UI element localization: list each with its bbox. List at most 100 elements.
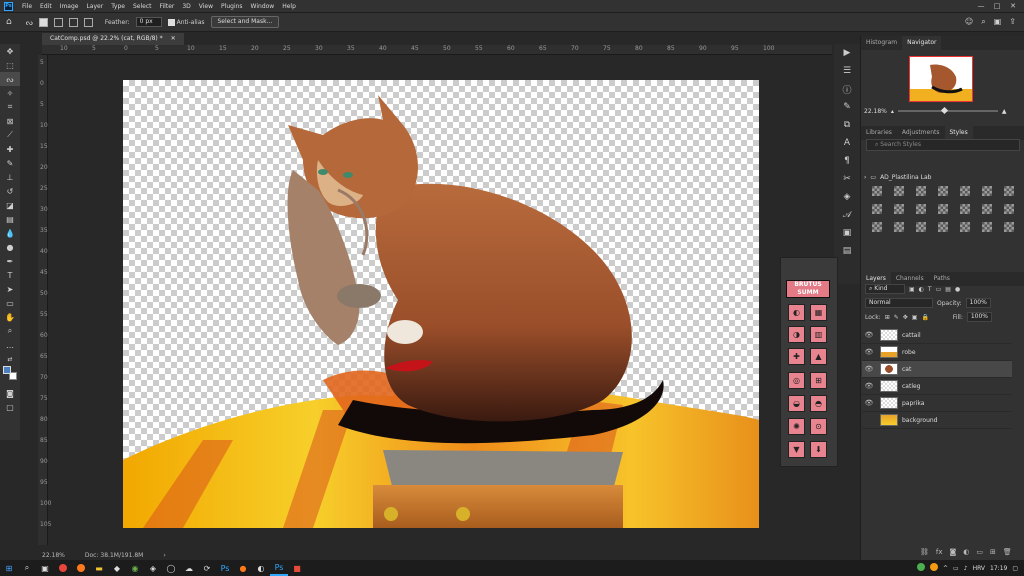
app-icon[interactable]: ◉ (126, 560, 144, 576)
lock-move-icon[interactable]: ✥ (903, 314, 908, 321)
move-tool-icon[interactable]: ✥ (0, 44, 20, 58)
style-swatch[interactable] (1004, 186, 1014, 196)
antialias-checkbox[interactable]: Anti-alias (167, 18, 205, 26)
menu-select[interactable]: Select (129, 3, 156, 10)
app-icon[interactable]: ● (234, 560, 252, 576)
type-tool-icon[interactable]: T (0, 268, 20, 282)
marquee-tool-icon[interactable]: ⬚ (0, 58, 20, 72)
blend-mode-select[interactable]: Normal (865, 298, 933, 308)
zoom-in-icon[interactable]: ▲ (1002, 108, 1007, 115)
crop-tool-icon[interactable]: ⌗ (0, 100, 20, 114)
photoshop-active-icon[interactable]: Ps (270, 560, 288, 576)
path-select-icon[interactable]: ➤ (0, 282, 20, 296)
lasso-tool-icon[interactable]: ᔓ (26, 18, 33, 27)
plugin-button[interactable]: ◒ (788, 395, 805, 412)
app-icon[interactable]: ◯ (162, 560, 180, 576)
blur-icon[interactable]: 💧 (0, 226, 20, 240)
paragraph-icon[interactable]: ¶ (834, 152, 860, 170)
quick-mask-icon[interactable]: ◙ (0, 386, 20, 400)
style-swatch[interactable] (916, 222, 926, 232)
lock-all-icon[interactable]: 🔒 (921, 314, 928, 321)
layer-row[interactable]: background (862, 412, 1012, 429)
gradient-icon[interactable]: ▤ (0, 212, 20, 226)
layer-row[interactable]: 👁 cattail (862, 327, 1012, 344)
visibility-eye-icon[interactable]: 👁 (862, 331, 876, 339)
style-swatch[interactable] (872, 186, 882, 196)
menu-3d[interactable]: 3D (178, 3, 194, 10)
menu-type[interactable]: Type (107, 3, 129, 10)
plugin-button[interactable]: ▦ (810, 304, 827, 321)
lock-paint-icon[interactable]: ✎ (894, 314, 899, 321)
magic-wand-icon[interactable]: ✧ (0, 86, 20, 100)
style-swatch[interactable] (982, 222, 992, 232)
intersect-selection-icon[interactable] (83, 17, 93, 27)
tray-icon[interactable] (917, 563, 926, 573)
plugin-button[interactable]: ◑ (788, 326, 805, 343)
app-icon[interactable]: ◈ (144, 560, 162, 576)
style-swatch[interactable] (1004, 222, 1014, 232)
filter-toggle-icon[interactable]: ● (955, 286, 960, 293)
tab-libraries[interactable]: Libraries (861, 126, 897, 140)
clone-stamp-icon[interactable]: ⊥ (0, 170, 20, 184)
app-icon[interactable]: ☁ (180, 560, 198, 576)
eraser-icon[interactable]: ◪ (0, 198, 20, 212)
tab-navigator[interactable]: Navigator (902, 36, 942, 50)
plugin-button[interactable]: ▥ (810, 326, 827, 343)
menu-file[interactable]: File (18, 3, 36, 10)
zoom-level[interactable]: 22.18% (42, 552, 65, 559)
style-swatch[interactable] (982, 204, 992, 214)
layer-row[interactable]: 👁 paprika (862, 395, 1012, 412)
menu-layer[interactable]: Layer (82, 3, 107, 10)
chevron-right-icon[interactable]: › (864, 174, 866, 181)
filter-shape-icon[interactable]: ▭ (936, 286, 942, 293)
plugin-icon[interactable]: ▣ (834, 224, 860, 242)
clone-source-icon[interactable]: ⧉ (834, 116, 860, 134)
photoshop-taskbar-icon[interactable]: Ps (216, 560, 234, 576)
glyphs-icon[interactable]: 𝒜 (834, 206, 860, 224)
style-swatch[interactable] (938, 222, 948, 232)
visibility-eye-icon[interactable]: 👁 (862, 365, 876, 373)
maximize-icon[interactable]: □ (992, 2, 1002, 10)
visibility-eye-icon[interactable]: 👁 (862, 399, 876, 407)
zoom-slider[interactable] (897, 106, 998, 115)
history-brush-icon[interactable]: ↺ (0, 184, 20, 198)
style-swatch[interactable] (916, 204, 926, 214)
adjust-icon[interactable]: ☰ (834, 62, 860, 80)
style-swatch[interactable] (982, 186, 992, 196)
style-swatch[interactable] (960, 222, 970, 232)
clock[interactable]: 17:19 (990, 565, 1007, 572)
delete-layer-icon[interactable]: 🗑 (1003, 548, 1012, 558)
adjustment-layer-icon[interactable]: ◐ (963, 548, 969, 558)
hand-tool-icon[interactable]: ✋ (0, 310, 20, 324)
tools-icon[interactable]: ✂ (834, 170, 860, 188)
color-swatches-icon[interactable] (0, 366, 20, 380)
app-icon[interactable]: ◐ (252, 560, 270, 576)
info-icon[interactable]: ⓘ (834, 80, 860, 98)
plugin-button[interactable]: ▼ (788, 441, 805, 458)
language-indicator[interactable]: HRV (973, 565, 985, 572)
tab-styles[interactable]: Styles (944, 126, 973, 140)
notifications-icon[interactable]: ▢ (1012, 565, 1018, 572)
search-icon[interactable]: ⌕ (18, 560, 36, 576)
network-icon[interactable]: ▭ (953, 565, 959, 572)
group-icon[interactable]: ▭ (976, 548, 983, 558)
menu-window[interactable]: Window (247, 3, 279, 10)
filter-adjust-icon[interactable]: ◐ (919, 286, 924, 293)
app-icon[interactable]: ◆ (108, 560, 126, 576)
document-canvas[interactable] (123, 80, 759, 528)
style-swatch[interactable] (1004, 204, 1014, 214)
link-layers-icon[interactable]: ⛓ (920, 548, 929, 558)
add-selection-icon[interactable] (53, 17, 63, 27)
style-swatch[interactable] (872, 222, 882, 232)
close-icon[interactable]: ✕ (1008, 2, 1018, 10)
style-swatch[interactable] (894, 186, 904, 196)
eyedropper-icon[interactable]: ⟋ (0, 128, 20, 142)
new-layer-icon[interactable]: ⊞ (990, 548, 996, 558)
character-icon[interactable]: A (834, 134, 860, 152)
kind-filter[interactable]: ⌕ Kind (865, 284, 905, 294)
chrome-icon[interactable] (54, 560, 72, 576)
plugin-button[interactable]: ⊙ (810, 418, 827, 435)
share-icon[interactable]: ⇪ (1009, 17, 1016, 27)
windows-start-icon[interactable]: ⊞ (0, 560, 18, 576)
task-view-icon[interactable]: ▣ (36, 560, 54, 576)
